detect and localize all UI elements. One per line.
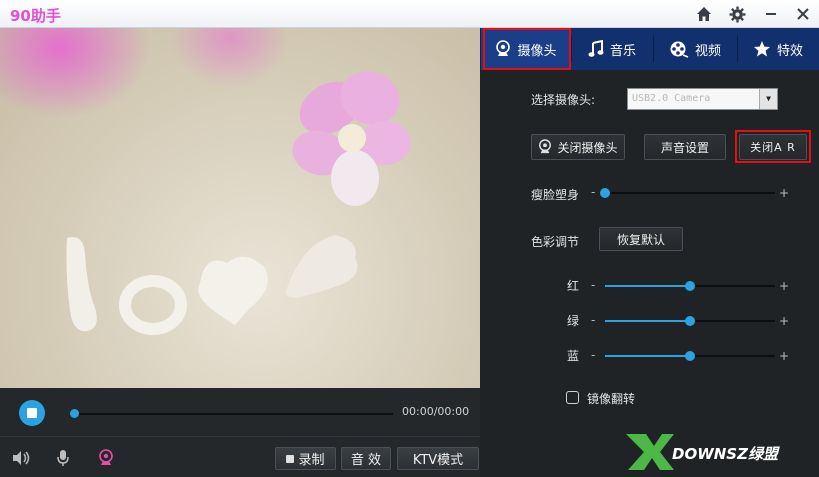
green-label: 绿 [567, 314, 580, 328]
close-icon[interactable] [792, 3, 814, 25]
webcam-icon[interactable] [96, 448, 116, 468]
minimize-icon[interactable] [760, 3, 782, 25]
sound-effect-button[interactable]: 音 效 [341, 447, 391, 470]
slider-fill [605, 355, 690, 357]
sound-settings-label: 声音设置 [660, 140, 709, 155]
mirror-flip-label: 镜像翻转 [587, 392, 636, 406]
blue-slider[interactable]: - + [591, 348, 789, 363]
red-label: 红 [567, 279, 580, 293]
green-slider[interactable]: - + [591, 313, 789, 328]
slider-track [605, 192, 775, 194]
camera-select[interactable]: USB2.0 Camera ▼ [627, 88, 778, 110]
chevron-down-icon[interactable]: ▼ [759, 89, 777, 109]
tab-music[interactable]: 音乐 [571, 28, 653, 70]
slider-handle[interactable] [600, 188, 610, 198]
ktv-mode-button[interactable]: KTV模式 [397, 447, 479, 470]
blue-label: 蓝 [567, 349, 580, 363]
player-controls: 00:00/00:00 录制 音 效 KTV模式 [0, 388, 480, 477]
record-square-icon [286, 454, 295, 463]
ktv-mode-label: KTV模式 [412, 453, 464, 468]
home-icon[interactable] [693, 3, 715, 25]
watermark-logo: DOWNSZ绿盟 [626, 434, 780, 470]
close-camera-button[interactable]: 关闭摄像头 [531, 134, 625, 160]
slider-handle[interactable] [685, 281, 695, 291]
watermark-text: DOWNSZ绿盟 [672, 445, 780, 463]
tab-label: 音乐 [609, 43, 636, 59]
divider [0, 436, 480, 437]
record-button[interactable]: 录制 [275, 447, 336, 470]
camera-preview [0, 28, 480, 388]
highlight-tab-camera [483, 28, 571, 70]
star-icon [753, 41, 770, 57]
record-label: 录制 [298, 453, 325, 468]
plus-sign: + [778, 349, 789, 363]
plus-sign: + [778, 279, 789, 293]
seek-handle[interactable] [70, 409, 79, 418]
close-camera-label: 关闭摄像头 [557, 140, 618, 155]
slider-fill [605, 320, 690, 322]
music-note-icon [588, 40, 604, 57]
red-slider[interactable]: - + [591, 278, 789, 293]
gear-icon[interactable] [726, 3, 748, 25]
minus-sign: - [591, 348, 596, 362]
mirror-flip-checkbox[interactable] [566, 391, 579, 404]
camera-select-value: USB2.0 Camera [632, 93, 711, 104]
face-slim-slider[interactable]: - + [591, 185, 789, 200]
volume-icon[interactable] [11, 448, 31, 468]
microphone-icon[interactable] [53, 448, 73, 468]
settings-panel: 摄像头 音乐 视频 特效 选择摄像头: USB2.0 Camera ▼ 关闭摄像… [481, 28, 819, 477]
flower-image [292, 71, 410, 206]
slider-handle[interactable] [685, 351, 695, 361]
reset-default-button[interactable]: 恢复默认 [599, 227, 683, 251]
color-adjust-label: 色彩调节 [531, 235, 580, 249]
face-slim-label: 瘦脸塑身 [531, 188, 580, 202]
tab-label: 特效 [776, 43, 803, 59]
sound-effect-label: 音 效 [350, 453, 382, 468]
film-reel-icon [670, 41, 689, 58]
minus-sign: - [591, 278, 596, 292]
tab-label: 视频 [694, 43, 721, 59]
stop-button[interactable] [19, 400, 45, 426]
slider-fill [605, 285, 690, 287]
stop-icon [27, 408, 37, 418]
love-shapes-image [66, 235, 358, 335]
highlight-close-ar [735, 130, 811, 163]
sound-settings-button[interactable]: 声音设置 [644, 134, 726, 160]
minus-sign: - [591, 185, 596, 199]
plus-sign: + [778, 314, 789, 328]
tab-video[interactable]: 视频 [653, 28, 737, 70]
time-display: 00:00/00:00 [402, 405, 470, 418]
app-title: 90助手 [10, 7, 61, 25]
tab-effects[interactable]: 特效 [737, 28, 819, 70]
reset-default-label: 恢复默认 [616, 232, 665, 247]
minus-sign: - [591, 313, 596, 327]
webcam-icon [539, 139, 552, 154]
plus-sign: + [778, 186, 789, 200]
title-bar: 90助手 [0, 0, 819, 28]
seek-track[interactable] [79, 413, 393, 415]
select-camera-label: 选择摄像头: [531, 93, 596, 107]
slider-handle[interactable] [685, 316, 695, 326]
